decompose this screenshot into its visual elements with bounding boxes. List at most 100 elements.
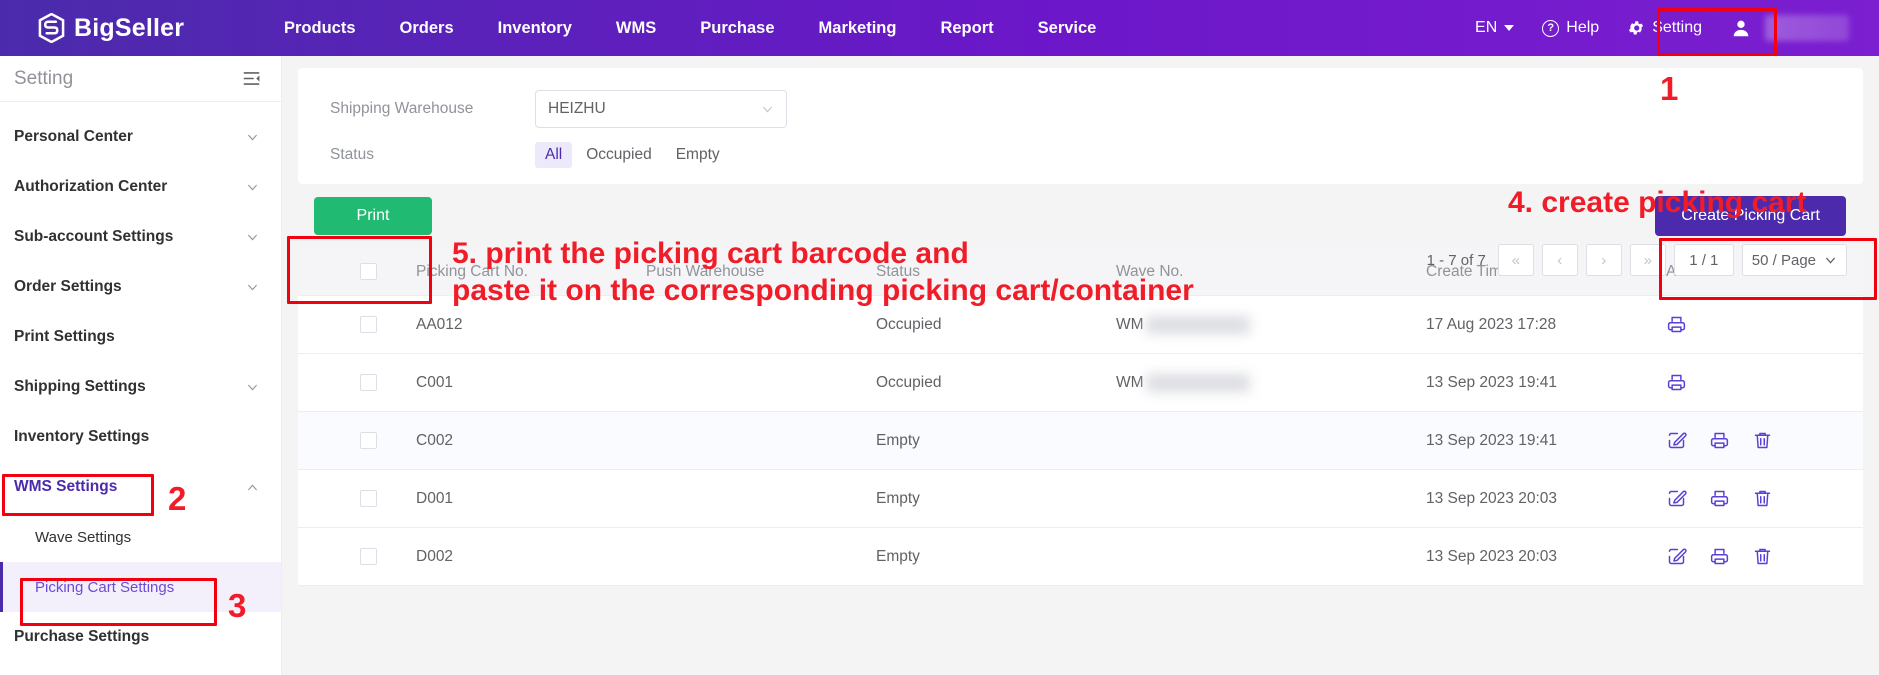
sidebar-item-shipping-settings[interactable]: Shipping Settings [0, 362, 281, 412]
row-checkbox[interactable] [360, 374, 377, 391]
body: Setting Personal Center Authorization Ce… [0, 56, 1879, 675]
sidebar-item-inventory-settings[interactable]: Inventory Settings [0, 412, 281, 462]
sidebar-item-label: Personal Center [14, 128, 133, 145]
print-icon[interactable] [1709, 430, 1730, 451]
status-tab-empty[interactable]: Empty [666, 142, 730, 168]
pagination-first-button[interactable]: « [1497, 244, 1534, 276]
row-checkbox[interactable] [360, 316, 377, 333]
print-button[interactable]: Print [314, 197, 432, 235]
help-button[interactable]: ? Help [1528, 0, 1613, 56]
delete-icon[interactable] [1752, 488, 1773, 509]
status-tab-all[interactable]: All [535, 142, 573, 168]
setting-button[interactable]: Setting [1613, 0, 1716, 56]
main-content: Shipping Warehouse HEIZHU Status All Occ… [282, 56, 1879, 675]
delete-icon[interactable] [1752, 430, 1773, 451]
cell-status: Occupied [876, 315, 942, 333]
nav-item-inventory[interactable]: Inventory [476, 0, 594, 56]
delete-icon[interactable] [1752, 546, 1773, 567]
sidebar-item-print-settings[interactable]: Print Settings [0, 312, 281, 362]
nav-item-purchase[interactable]: Purchase [678, 0, 796, 56]
status-tab-occupied[interactable]: Occupied [576, 142, 661, 168]
sidebar-item-label: Authorization Center [14, 178, 168, 195]
chevron-down-icon [763, 106, 772, 112]
nav-item-marketing[interactable]: Marketing [797, 0, 919, 56]
select-all-cell [298, 263, 416, 280]
sidebar-item-picking-cart-settings[interactable]: Picking Cart Settings [0, 562, 281, 612]
sidebar-item-authorization-center[interactable]: Authorization Center [0, 162, 281, 212]
sidebar-item-sub-account-settings[interactable]: Sub-account Settings [0, 212, 281, 262]
chevron-down-icon [248, 134, 257, 140]
cell-create-time: 13 Sep 2023 20:03 [1426, 547, 1558, 565]
row-select-cell [298, 432, 416, 449]
print-icon[interactable] [1666, 372, 1687, 393]
create-picking-cart-button[interactable]: Create Picking Cart [1655, 196, 1846, 236]
edit-icon[interactable] [1666, 546, 1687, 567]
column-header-wave-no: Wave No. [1116, 262, 1184, 280]
collapse-sidebar-icon[interactable] [242, 69, 261, 88]
pagination-next-button[interactable]: › [1585, 244, 1622, 276]
cell-status: Empty [876, 547, 920, 565]
page-size-select[interactable]: 50 / Page [1741, 244, 1847, 276]
chevron-up-icon [248, 484, 257, 490]
cell-picking-cart-no: C002 [416, 431, 454, 449]
table-row[interactable]: D002 Empty 13 Sep 2023 20:03 [298, 528, 1863, 586]
cell-picking-cart-no: AA012 [416, 315, 463, 333]
pagination-last-button[interactable]: » [1629, 244, 1666, 276]
column-header-picking-cart-no: Picking Cart No. [416, 262, 528, 280]
nav-item-products[interactable]: Products [262, 0, 378, 56]
nav-item-wms[interactable]: WMS [594, 0, 678, 56]
sidebar-item-label: Wave Settings [35, 528, 132, 546]
sidebar-item-purchase-settings[interactable]: Purchase Settings [0, 612, 281, 662]
nav-item-report[interactable]: Report [918, 0, 1015, 56]
sidebar: Setting Personal Center Authorization Ce… [0, 56, 282, 675]
cell-actions [1666, 546, 1863, 567]
sidebar-title: Setting [14, 67, 74, 89]
print-icon[interactable] [1709, 546, 1730, 567]
edit-icon[interactable] [1666, 488, 1687, 509]
edit-icon[interactable] [1666, 430, 1687, 451]
sidebar-item-label: WMS Settings [14, 478, 118, 495]
main-nav: Products Orders Inventory WMS Purchase M… [262, 0, 1118, 56]
table-row[interactable]: D001 Empty 13 Sep 2023 20:03 [298, 470, 1863, 528]
sidebar-item-personal-center[interactable]: Personal Center [0, 112, 281, 162]
sidebar-item-order-settings[interactable]: Order Settings [0, 262, 281, 312]
pagination-prev-button[interactable]: ‹ [1541, 244, 1578, 276]
print-icon[interactable] [1709, 488, 1730, 509]
sidebar-item-label: Picking Cart Settings [35, 578, 175, 596]
table-row[interactable]: AA012 Occupied WM 17 Aug 2023 17:28 [298, 296, 1863, 354]
shipping-warehouse-label: Shipping Warehouse [330, 100, 474, 117]
chevron-down-icon [248, 284, 257, 290]
sidebar-item-wave-settings[interactable]: Wave Settings [0, 512, 281, 562]
select-all-checkbox[interactable] [360, 263, 377, 280]
pagination-current-page[interactable]: 1 / 1 [1673, 244, 1734, 276]
row-checkbox[interactable] [360, 548, 377, 565]
cell-actions [1666, 314, 1863, 335]
sidebar-item-label: Order Settings [14, 278, 122, 295]
username-redacted [1765, 15, 1849, 41]
column-header-status: Status [876, 262, 920, 280]
picking-cart-table: Picking Cart No. Push Warehouse Status W… [298, 248, 1863, 586]
cell-wave-no: WM [1116, 315, 1426, 334]
cell-actions [1666, 372, 1863, 393]
nav-item-orders[interactable]: Orders [378, 0, 476, 56]
sidebar-item-wms-settings[interactable]: WMS Settings [0, 462, 281, 512]
brand[interactable]: BigSeller [0, 13, 262, 43]
shipping-warehouse-select[interactable]: HEIZHU [535, 90, 787, 128]
gear-icon [1629, 21, 1644, 35]
nav-item-service[interactable]: Service [1016, 0, 1119, 56]
row-checkbox[interactable] [360, 432, 377, 449]
chevron-down-icon [248, 384, 257, 390]
language-selector[interactable]: EN [1461, 0, 1528, 56]
status-label: Status [330, 146, 374, 163]
setting-label: Setting [1652, 19, 1702, 36]
sidebar-menu: Personal Center Authorization Center Sub… [0, 102, 281, 662]
cell-create-time: 17 Aug 2023 17:28 [1426, 315, 1557, 333]
print-icon[interactable] [1666, 314, 1687, 335]
row-checkbox[interactable] [360, 490, 377, 507]
pagination-count: 1 - 7 of 7 [1426, 251, 1486, 269]
user-menu[interactable] [1716, 0, 1863, 56]
header-right: EN ? Help Setting [1461, 0, 1879, 56]
chevron-down-icon [1504, 25, 1515, 31]
table-row[interactable]: C001 Occupied WM 13 Sep 2023 19:41 [298, 354, 1863, 412]
table-row[interactable]: C002 Empty 13 Sep 2023 19:41 [298, 412, 1863, 470]
